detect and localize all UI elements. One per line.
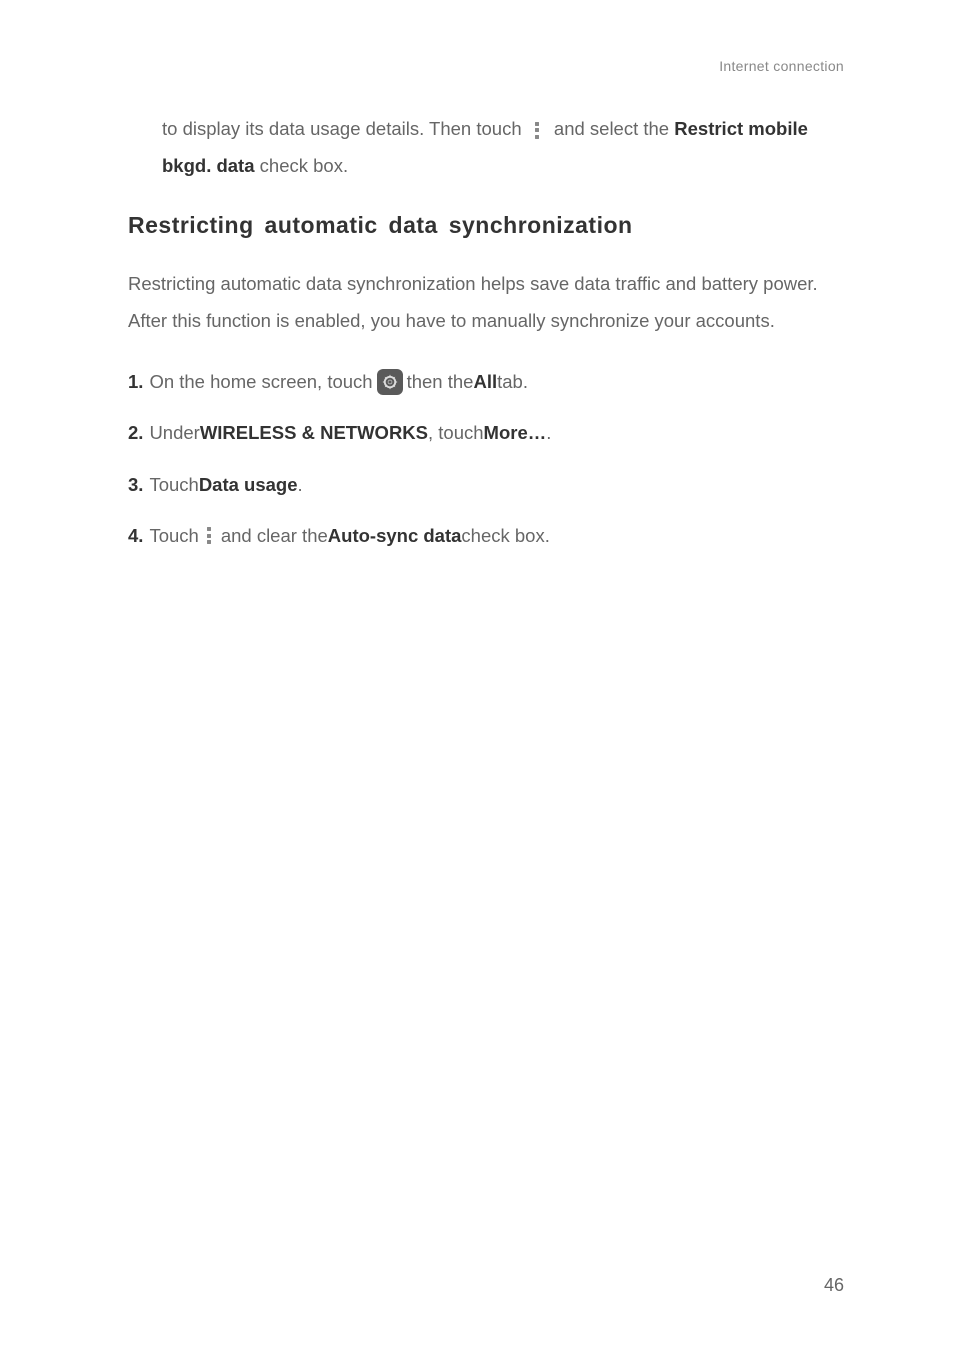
page-number: 46: [824, 1275, 844, 1296]
step-text: On the home screen, touch: [149, 365, 372, 398]
step-1: 1. On the home screen, touch then the Al…: [128, 365, 844, 398]
step-bold: More…: [484, 416, 547, 449]
step-text: .: [298, 468, 303, 501]
step-text: , touch: [428, 416, 484, 449]
overflow-menu-icon: [535, 122, 541, 139]
header-category: Internet connection: [128, 58, 844, 74]
step-number: 2.: [128, 416, 143, 449]
intro-text-2: and select the: [554, 118, 674, 139]
settings-gear-icon: [377, 369, 403, 395]
overflow-menu-icon: [207, 527, 213, 544]
section-description: Restricting automatic data synchronizati…: [128, 265, 844, 339]
step-text: Touch: [149, 519, 198, 552]
step-number: 1.: [128, 365, 143, 398]
page-container: Internet connection to display its data …: [0, 0, 954, 552]
step-text: then the: [407, 365, 474, 398]
intro-paragraph: to display its data usage details. Then …: [162, 110, 844, 184]
step-text: Touch: [149, 468, 198, 501]
step-bold: WIRELESS & NETWORKS: [200, 416, 428, 449]
intro-text-1: to display its data usage details. Then …: [162, 118, 527, 139]
step-4: 4. Touch and clear the Auto-sync data ch…: [128, 519, 844, 552]
step-bold: All: [473, 365, 497, 398]
step-text: tab.: [497, 365, 528, 398]
section-heading: Restricting automatic data synchronizati…: [128, 212, 844, 239]
step-2: 2. Under WIRELESS & NETWORKS , touch Mor…: [128, 416, 844, 449]
intro-text-3: check box.: [260, 155, 348, 176]
step-text: check box.: [461, 519, 549, 552]
steps-list: 1. On the home screen, touch then the Al…: [128, 365, 844, 552]
step-text: Under: [149, 416, 199, 449]
step-number: 3.: [128, 468, 143, 501]
step-text: and clear the: [221, 519, 328, 552]
step-3: 3. Touch Data usage .: [128, 468, 844, 501]
step-bold: Data usage: [199, 468, 298, 501]
step-text: .: [546, 416, 551, 449]
step-bold: Auto-sync data: [328, 519, 462, 552]
step-number: 4.: [128, 519, 143, 552]
